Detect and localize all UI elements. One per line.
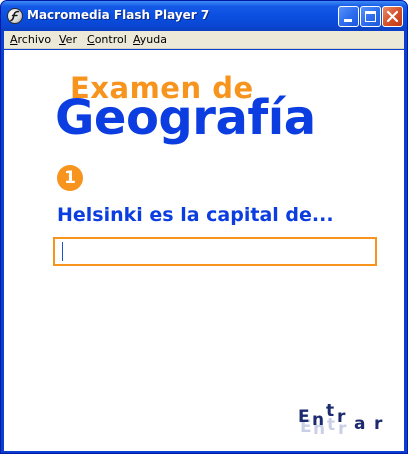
close-icon: [386, 10, 399, 23]
enter-letter: t: [326, 401, 335, 421]
menu-bar: Archivo Ver Control Ayuda: [4, 31, 404, 49]
enter-letter: a: [354, 414, 366, 434]
quiz-title-line2: Geografía: [55, 90, 316, 146]
flash-player-icon[interactable]: [7, 8, 23, 24]
minimize-icon: [344, 19, 352, 22]
window-title: Macromedia Flash Player 7: [27, 8, 210, 22]
enter-letter: r: [374, 414, 383, 434]
title-bar[interactable]: Macromedia Flash Player 7: [1, 1, 407, 31]
enter-letter: E: [298, 407, 310, 427]
enter-letter: r: [337, 407, 346, 427]
enter-button[interactable]: E n t r E n t r a r: [293, 400, 393, 440]
maximize-button[interactable]: [360, 6, 381, 27]
menu-control[interactable]: Control: [87, 33, 127, 46]
text-caret: [62, 242, 63, 261]
menu-archivo[interactable]: Archivo: [10, 33, 51, 46]
minimize-button[interactable]: [338, 6, 359, 27]
question-text: Helsinki es la capital de...: [57, 204, 334, 226]
question-number-badge: 1: [57, 165, 83, 191]
menu-ayuda[interactable]: Ayuda: [133, 33, 167, 46]
maximize-icon: [365, 11, 376, 22]
enter-letter: n: [312, 410, 325, 430]
close-button[interactable]: [382, 6, 403, 27]
app-window: Macromedia Flash Player 7 Archivo Ver Co…: [0, 0, 408, 454]
answer-input[interactable]: [53, 237, 377, 266]
flash-stage: Examen de Geografía 1 Helsinki es la cap…: [4, 50, 404, 451]
menu-ver[interactable]: Ver: [59, 33, 77, 46]
